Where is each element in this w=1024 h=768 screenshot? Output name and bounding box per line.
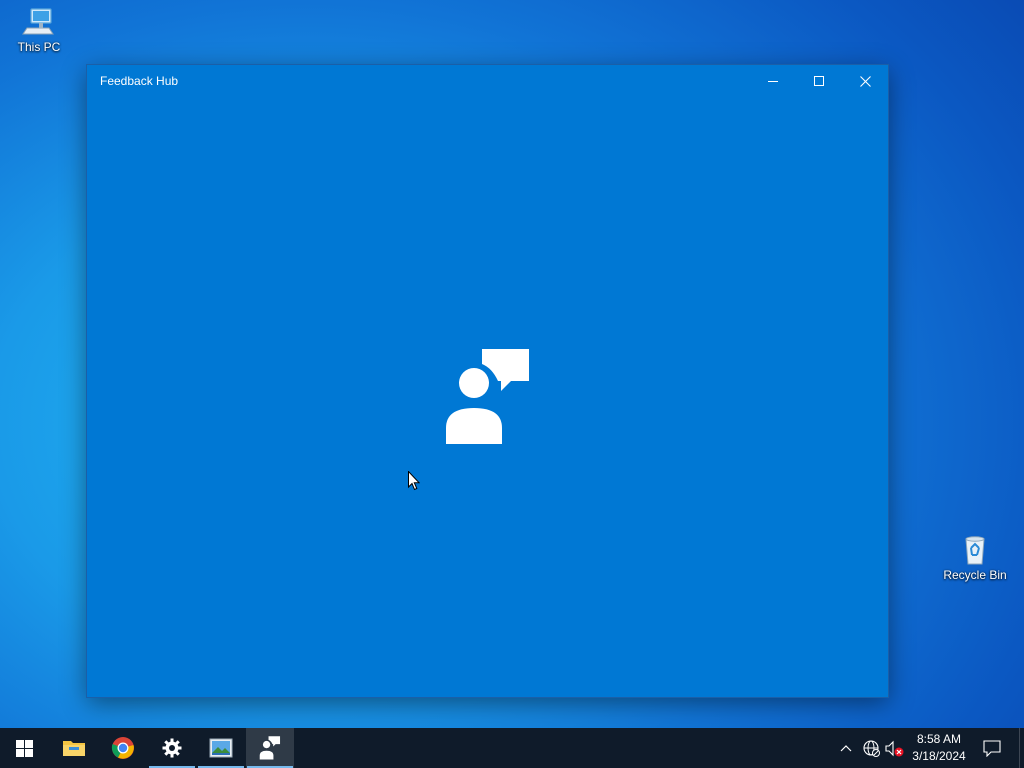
mouse-cursor-icon: [408, 471, 420, 491]
desktop-icon-recycle-bin[interactable]: Recycle Bin: [939, 534, 1011, 582]
folder-icon: [63, 741, 85, 756]
show-desktop-button[interactable]: [1019, 728, 1024, 768]
clock[interactable]: 8:58 AM 3/18/2024: [906, 731, 972, 765]
action-center-icon: [983, 739, 1001, 757]
gear-icon: [162, 738, 182, 758]
globe-icon: [862, 739, 880, 757]
close-icon: [859, 75, 871, 87]
show-hidden-icons-button[interactable]: [836, 738, 856, 758]
minimize-icon: [768, 81, 778, 82]
desktop: This PC Recycle Bin Feedback Hub 8:58 AM…: [0, 0, 1024, 768]
desktop-icon-this-pc[interactable]: This PC: [3, 6, 75, 54]
chrome-icon: [111, 737, 134, 759]
chevron-up-icon: [840, 745, 852, 752]
recycle-bin-icon: [965, 536, 985, 565]
clock-date: 3/18/2024: [912, 749, 966, 763]
desktop-icon-label: This PC: [17, 40, 61, 54]
clock-time: 8:58 AM: [916, 732, 962, 746]
taskbar-file-explorer[interactable]: [50, 728, 98, 768]
taskbar: 8:58 AM 3/18/2024: [0, 728, 1024, 768]
maximize-icon: [814, 76, 824, 86]
title-bar[interactable]: Feedback Hub: [87, 65, 888, 97]
desktop-icon-label: Recycle Bin: [943, 568, 1007, 582]
close-button[interactable]: [842, 65, 888, 97]
computer-icon: [22, 8, 54, 35]
taskbar-settings[interactable]: [148, 728, 196, 768]
feedback-hub-icon: [259, 736, 281, 760]
volume-button[interactable]: [885, 738, 905, 758]
windows-logo-icon: [15, 739, 33, 757]
volume-muted-icon: [885, 740, 904, 756]
taskbar-feedback-hub[interactable]: [246, 728, 294, 768]
taskbar-chrome[interactable]: [99, 728, 147, 768]
network-button[interactable]: [861, 738, 881, 758]
feedback-hub-logo-icon: [446, 349, 529, 444]
minimize-button[interactable]: [750, 65, 796, 97]
picture-icon: [209, 738, 233, 758]
action-center-button[interactable]: [981, 738, 1003, 758]
start-button[interactable]: [0, 728, 48, 768]
taskbar-image-app[interactable]: [197, 728, 245, 768]
feedback-hub-window: Feedback Hub: [87, 65, 888, 697]
window-title: Feedback Hub: [100, 74, 179, 88]
maximize-button[interactable]: [796, 65, 842, 97]
